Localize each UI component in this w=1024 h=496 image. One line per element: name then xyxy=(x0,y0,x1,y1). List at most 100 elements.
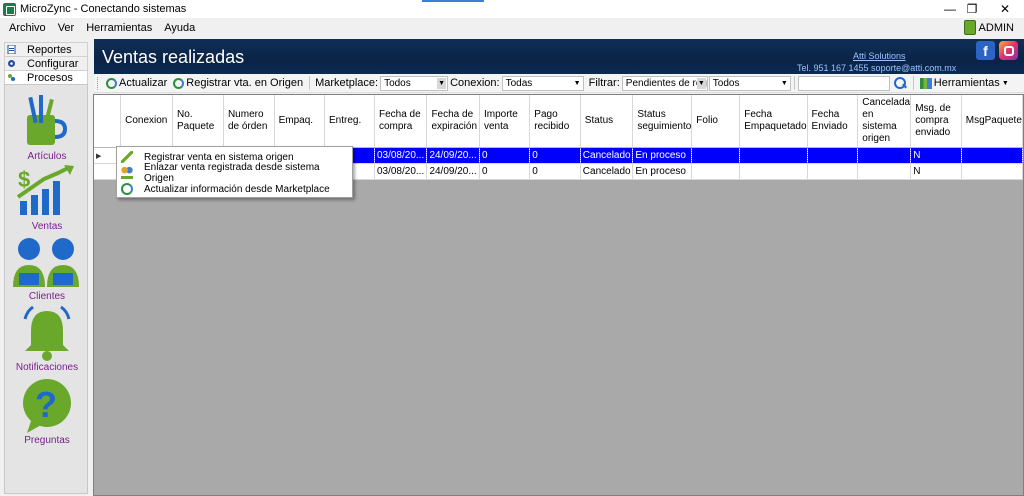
cell-folio[interactable] xyxy=(691,163,741,180)
menu-herramientas[interactable]: Herramientas xyxy=(80,22,158,34)
nav-label: Clientes xyxy=(28,291,66,302)
cell-status[interactable]: Cancelado xyxy=(580,163,634,180)
column-header[interactable]: Folio xyxy=(691,95,741,148)
toolbar-separator xyxy=(309,76,311,90)
column-header[interactable]: Entreg. xyxy=(324,95,375,148)
tab-procesos[interactable]: Procesos xyxy=(4,70,88,84)
cell-msg-compra[interactable]: N xyxy=(910,147,962,164)
page-header: Ventas realizadas Atti Solutions Tel. 95… xyxy=(94,39,1024,74)
cell-msg-paquete[interactable] xyxy=(961,163,1023,180)
column-header[interactable]: Fecha Enviado xyxy=(807,95,859,148)
instagram-icon[interactable] xyxy=(999,41,1018,60)
column-header[interactable]: Numero de órden xyxy=(223,95,275,148)
user-menu[interactable]: ADMIN xyxy=(963,20,1014,35)
nav-articulos[interactable]: Artículos xyxy=(5,93,89,165)
cell-fecha-enviado[interactable] xyxy=(807,163,859,180)
context-item-label: Actualizar información desde Marketplace xyxy=(144,183,330,195)
user-icon xyxy=(963,20,976,35)
cell-msg-paquete[interactable] xyxy=(961,147,1023,164)
close-button[interactable]: ✕ xyxy=(985,0,1024,18)
nav-label: Ventas xyxy=(31,221,63,232)
tools-icon xyxy=(919,77,932,89)
cell-cancelada[interactable] xyxy=(857,147,912,164)
chevron-down-icon: ▼ xyxy=(780,79,788,87)
context-item-link[interactable]: Enlazar venta registrada desde sistema O… xyxy=(117,162,352,184)
column-header[interactable]: Conexion xyxy=(120,95,173,148)
row-header-corner xyxy=(94,95,122,148)
column-header[interactable]: Importe venta xyxy=(479,95,531,148)
articles-icon xyxy=(27,95,68,145)
context-menu: Registrar venta en sistema origen Enlaza… xyxy=(116,146,353,198)
tab-label: Procesos xyxy=(27,71,73,84)
search-icon[interactable] xyxy=(893,76,907,90)
pencil-icon xyxy=(121,151,133,163)
menu-bar: Archivo Ver Herramientas Ayuda xyxy=(0,18,1024,38)
cell-fecha-enviado[interactable] xyxy=(807,147,859,164)
chevron-down-icon: ▼ xyxy=(1001,79,1009,87)
nav-label: Notificaciones xyxy=(15,362,79,373)
column-header[interactable]: Fecha de expiración xyxy=(426,95,480,148)
tab-label: Configurar xyxy=(27,57,79,70)
menu-archivo[interactable]: Archivo xyxy=(0,22,52,34)
nav-ventas[interactable]: $ Ventas xyxy=(5,165,89,235)
search-input[interactable] xyxy=(797,75,890,91)
cell-pago[interactable]: 0 xyxy=(529,163,581,180)
cell-fecha-compra[interactable]: 03/08/20... xyxy=(374,147,428,164)
cell-importe[interactable]: 0 xyxy=(479,163,531,180)
link-users-icon xyxy=(121,167,133,179)
cell-folio[interactable] xyxy=(691,147,741,164)
conexion-select[interactable]: Todas ▼ xyxy=(501,75,584,91)
cell-fecha-expiracion[interactable]: 24/09/20... xyxy=(426,147,480,164)
cell-fecha-empaquetado[interactable] xyxy=(739,163,808,180)
nav-clientes[interactable]: Clientes xyxy=(5,235,89,305)
tools-dropdown[interactable]: Herramientas ▼ xyxy=(917,77,1012,89)
column-header[interactable]: Fecha Empaquetado xyxy=(739,95,808,148)
column-header[interactable]: Pago recibido xyxy=(529,95,581,148)
cell-msg-compra[interactable]: N xyxy=(910,163,962,180)
nav-preguntas[interactable]: ? Preguntas xyxy=(5,377,89,449)
cell-seguimiento[interactable]: En proceso xyxy=(632,163,693,180)
toolbar: Actualizar Registrar vta. en Origen Mark… xyxy=(94,74,1024,93)
sales-chart-icon: $ xyxy=(16,165,74,215)
context-item-update[interactable]: Actualizar información desde Marketplace xyxy=(117,181,352,197)
marketplace-select[interactable]: Todos ▼ xyxy=(380,75,449,91)
column-header[interactable]: Fecha de compra xyxy=(374,95,428,148)
cell-fecha-expiracion[interactable]: 24/09/20... xyxy=(426,163,480,180)
current-row-icon: ▶ xyxy=(96,152,102,160)
user-name: ADMIN xyxy=(978,21,1014,34)
register-origin-button[interactable]: Registrar vta. en Origen xyxy=(170,77,306,89)
menu-ayuda[interactable]: Ayuda xyxy=(158,22,201,34)
tab-reportes[interactable]: Reportes xyxy=(4,42,88,56)
column-header[interactable]: Empaq. xyxy=(274,95,325,148)
refresh-button[interactable]: Actualizar xyxy=(103,77,170,89)
company-link[interactable]: Atti Solutions xyxy=(853,51,906,61)
facebook-icon[interactable]: f xyxy=(976,41,995,60)
process-icon xyxy=(8,74,15,81)
nav-label: Artículos xyxy=(27,151,67,162)
cell-cancelada[interactable] xyxy=(857,163,912,180)
column-header[interactable]: No. Paquete xyxy=(172,95,224,148)
column-header[interactable]: Status xyxy=(580,95,634,148)
filter2-select[interactable]: Todos ▼ xyxy=(708,75,791,91)
column-header[interactable]: Status seguimiento xyxy=(632,95,693,148)
column-header[interactable]: Msg. de compra enviado xyxy=(910,95,962,148)
tab-configurar[interactable]: Configurar xyxy=(4,56,88,70)
question-icon: ? xyxy=(23,379,71,433)
refresh-label: Actualizar xyxy=(119,77,168,89)
cell-fecha-compra[interactable]: 03/08/20... xyxy=(374,163,428,180)
cell-fecha-empaquetado[interactable] xyxy=(739,147,808,164)
tools-label: Herramientas xyxy=(933,77,1000,89)
register-icon xyxy=(173,77,185,89)
cell-pago[interactable]: 0 xyxy=(529,147,581,164)
column-header[interactable]: Cancelada en sistema origen xyxy=(857,95,912,148)
menu-ver[interactable]: Ver xyxy=(52,22,81,34)
left-tab-strip: Reportes Configurar Procesos xyxy=(4,42,88,84)
nav-notificaciones[interactable]: Notificaciones xyxy=(5,305,89,377)
cell-seguimiento[interactable]: En proceso xyxy=(632,147,693,164)
cell-importe[interactable]: 0 xyxy=(479,147,531,164)
svg-text:?: ? xyxy=(35,384,57,425)
chevron-down-icon: ▼ xyxy=(573,79,581,87)
filter-select[interactable]: Pendientes de reg ▼ xyxy=(621,75,708,91)
column-header[interactable]: MsgPaquete xyxy=(961,95,1023,148)
cell-status[interactable]: Cancelado xyxy=(580,147,634,164)
